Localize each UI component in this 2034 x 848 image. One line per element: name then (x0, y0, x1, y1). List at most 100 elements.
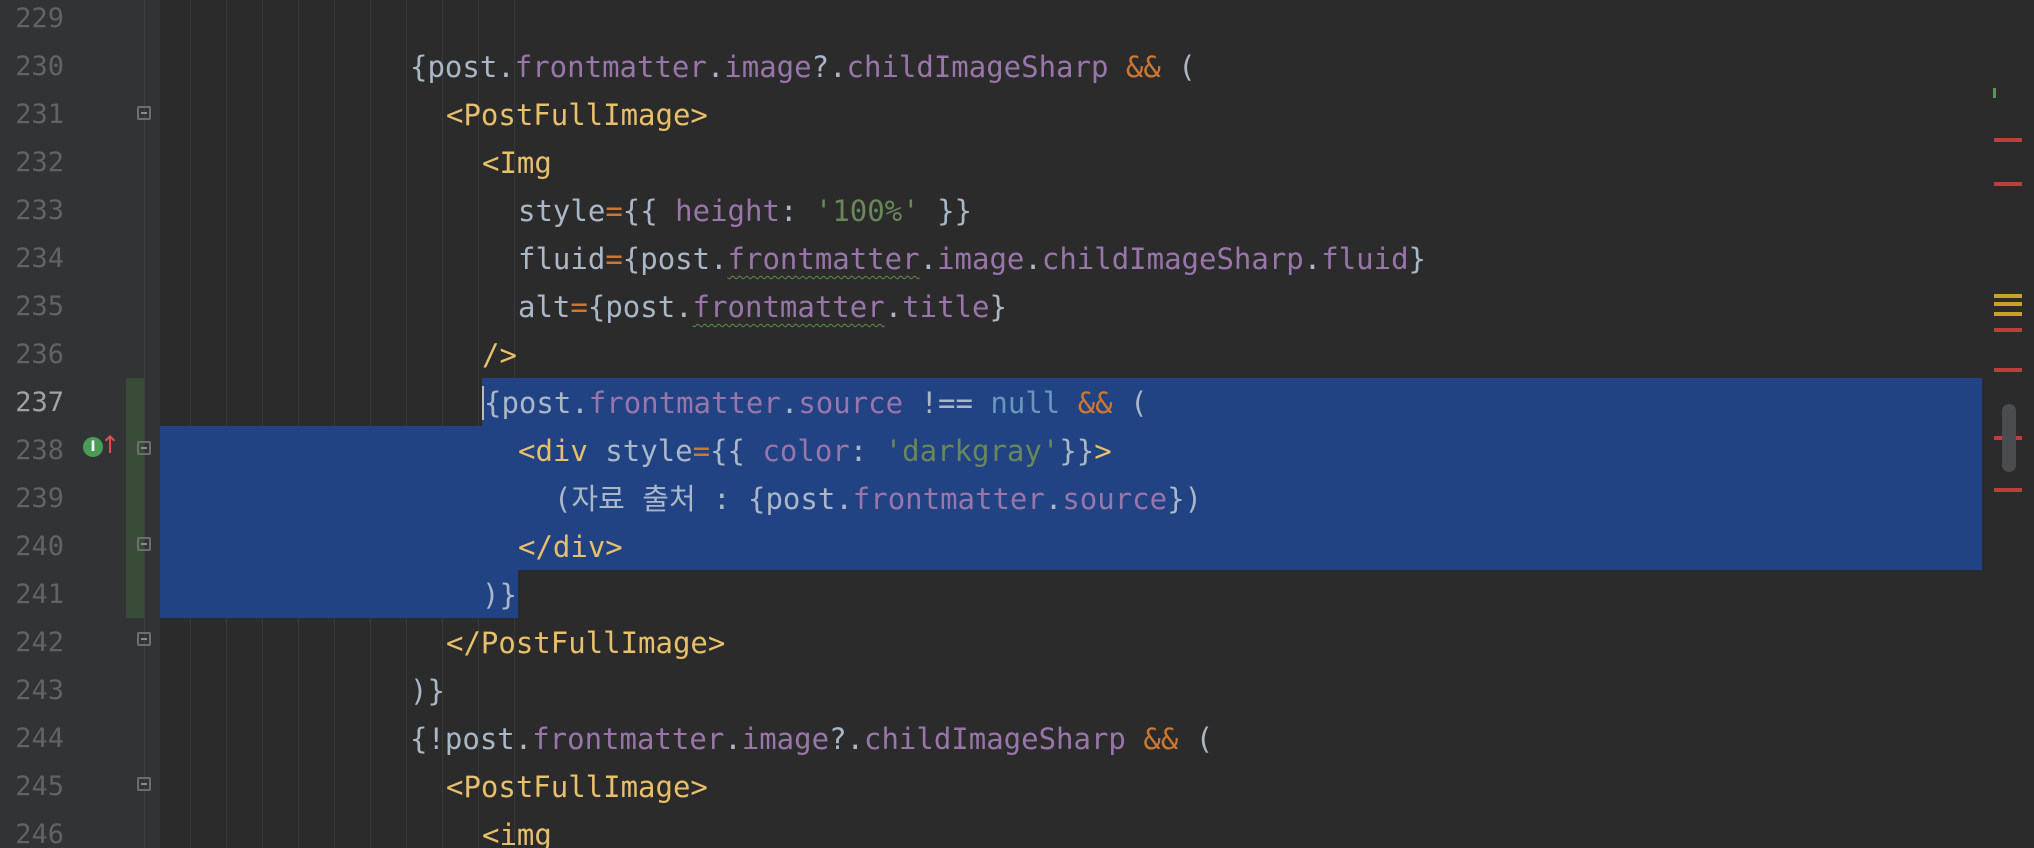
code-token: </PostFullImage> (446, 626, 726, 660)
code-token: . (1044, 482, 1063, 516)
go-to-implementation-arrow-icon[interactable]: ↑ (100, 431, 120, 459)
code-token: . (724, 722, 742, 756)
fold-collapse-icon[interactable] (137, 441, 151, 455)
line-number: 241 (15, 579, 64, 610)
code-line[interactable]: <img (482, 811, 552, 848)
code-token: source (798, 386, 904, 420)
code-token: frontmatter (692, 290, 885, 324)
error-mark[interactable] (1994, 488, 2022, 492)
code-token: }} (1059, 434, 1095, 468)
code-line[interactable]: <Img (482, 139, 552, 187)
indent-guide (190, 0, 191, 848)
code-token: <Img (482, 146, 552, 180)
code-token: : (849, 434, 885, 468)
code-token: fluid (1321, 242, 1409, 276)
code-token: frontmatter (514, 50, 707, 84)
warning-mark[interactable] (1994, 294, 2022, 298)
code-token: </div> (518, 530, 623, 564)
code-line[interactable]: <div style={{ color: 'darkgray'}}> (518, 427, 1112, 475)
code-token: . (884, 290, 903, 324)
code-token: childImageSharp (1041, 242, 1304, 276)
code-token: ?. (829, 722, 864, 756)
code-line[interactable]: </div> (518, 523, 623, 571)
code-token: > (1094, 434, 1112, 468)
code-token: } (1408, 242, 1427, 276)
code-token: frontmatter (727, 242, 920, 276)
code-line[interactable]: /> (482, 331, 517, 379)
code-line[interactable]: fluid={post.frontmatter.image.childImage… (518, 235, 1426, 283)
scrollbar-thumb[interactable] (2002, 404, 2016, 472)
code-line[interactable]: <PostFullImage> (446, 763, 708, 811)
code-token: frontmatter (852, 482, 1045, 516)
code-token: frontmatter (532, 722, 725, 756)
code-token: {post. (410, 50, 515, 84)
code-token: && (1077, 386, 1113, 420)
code-token: image (937, 242, 1025, 276)
code-line[interactable]: <PostFullImage> (446, 91, 708, 139)
line-number: 237 (15, 387, 64, 418)
code-token: = (605, 242, 623, 276)
line-number-gutter[interactable]: 229 230 231 232 233 234 235 236 237 238 239 240 241 2… (0, 0, 160, 848)
error-mark[interactable] (1994, 138, 2022, 142)
code-token: . (780, 386, 799, 420)
code-token: )} (482, 578, 517, 612)
code-line[interactable]: )} (410, 667, 445, 715)
code-token: source (1062, 482, 1168, 516)
code-token: ( (1112, 386, 1148, 420)
code-token: . (919, 242, 938, 276)
fold-end-icon[interactable] (137, 632, 151, 646)
code-token: 'darkgray' (884, 434, 1060, 468)
code-token: {{ (710, 434, 763, 468)
code-token: { (482, 386, 502, 420)
code-token: <PostFullImage> (446, 98, 708, 132)
code-token: height (675, 194, 780, 228)
code-line[interactable]: </PostFullImage> (446, 619, 725, 667)
line-number: 245 (15, 771, 64, 802)
indent-guide (298, 0, 299, 848)
code-token: ?. (811, 50, 847, 84)
code-line[interactable]: (자료 출처 : {post.frontmatter.source}) (554, 475, 1202, 523)
code-token: <img (482, 818, 552, 848)
code-line[interactable]: {!post.frontmatter.image?.childImageShar… (410, 715, 1213, 763)
fold-collapse-icon[interactable] (137, 777, 151, 791)
code-token: title (902, 290, 990, 324)
indent-guide (262, 0, 263, 848)
selection-highlight (160, 570, 518, 618)
error-stripe[interactable] (1982, 0, 2034, 848)
code-token: )} (410, 674, 445, 708)
code-token: !== (903, 386, 991, 420)
code-line[interactable]: {post.frontmatter.image?.childImageSharp… (410, 43, 1196, 91)
code-line[interactable]: {post.frontmatter.source !== null && ( (482, 379, 1148, 427)
code-token: childImageSharp (846, 50, 1109, 84)
code-line[interactable]: style={{ height: '100%' }} (518, 187, 972, 235)
warning-mark[interactable] (1994, 302, 2022, 306)
code-line[interactable]: )} (482, 571, 517, 619)
change-mark[interactable] (1993, 88, 1996, 98)
error-mark[interactable] (1994, 182, 2022, 186)
code-token: style (518, 194, 606, 228)
line-number: 243 (15, 675, 64, 706)
code-token: (자료 출처 : {post. (554, 482, 853, 516)
error-mark[interactable] (1994, 368, 2022, 372)
indent-guide (406, 0, 407, 848)
error-mark[interactable] (1994, 328, 2022, 332)
line-number: 234 (15, 243, 64, 274)
code-line[interactable]: alt={post.frontmatter.title} (518, 283, 1007, 331)
fold-end-icon[interactable] (137, 537, 151, 551)
vcs-change-marker[interactable] (126, 378, 144, 618)
warning-mark[interactable] (1994, 312, 2022, 316)
line-number: 240 (15, 531, 64, 562)
code-token: ( (1178, 722, 1214, 756)
code-editor[interactable]: 229 230 231 232 233 234 235 236 237 238 239 240 241 2… (0, 0, 2034, 848)
code-token: null (990, 386, 1061, 420)
code-token: ( (1160, 50, 1196, 84)
code-token: = (692, 434, 711, 468)
code-token: color (762, 434, 850, 468)
code-text-area[interactable]: {post.frontmatter.image?.childImageSharp… (160, 0, 2020, 848)
code-token: post. (501, 386, 589, 420)
line-number: 246 (15, 819, 64, 848)
fold-collapse-icon[interactable] (137, 106, 151, 120)
code-token: <div (518, 434, 588, 468)
code-token: . (1303, 242, 1322, 276)
